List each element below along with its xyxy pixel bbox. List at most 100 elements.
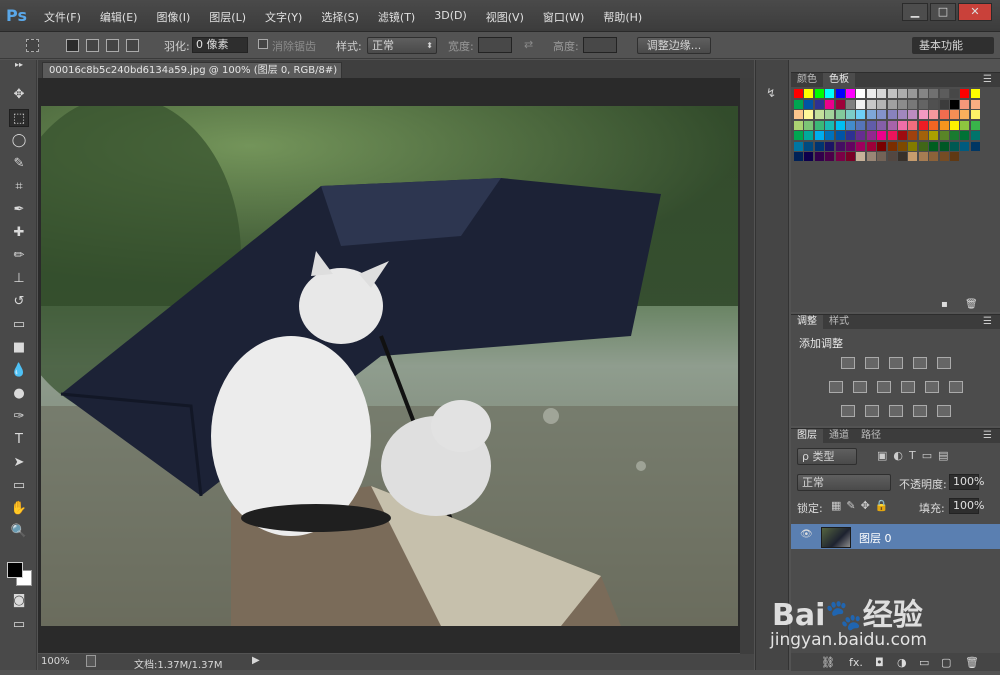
swatch-cell[interactable]	[825, 152, 835, 161]
photo-filter-icon[interactable]	[900, 381, 915, 393]
swatch-cell[interactable]	[908, 131, 918, 140]
add-selection-icon[interactable]	[86, 39, 99, 52]
gradient-tool[interactable]: ■	[9, 339, 29, 357]
color-balance-icon[interactable]	[852, 381, 867, 393]
zoom-level[interactable]: 100%	[41, 656, 70, 667]
swatch-cell[interactable]	[918, 120, 928, 130]
swatch-cell[interactable]	[866, 141, 876, 151]
tab-paths[interactable]: 路径	[855, 429, 887, 443]
swatch-cell[interactable]	[898, 120, 907, 130]
swatch-cell[interactable]	[846, 99, 855, 109]
swatch-cell[interactable]	[835, 99, 845, 109]
move-tool[interactable]: ✥	[9, 86, 29, 104]
curves-icon[interactable]	[888, 357, 903, 369]
menu-type[interactable]: 文字(Y)	[265, 9, 302, 25]
swatch-cell[interactable]	[960, 120, 970, 130]
type-tool[interactable]: T	[9, 431, 29, 449]
swatch-cell[interactable]	[846, 89, 855, 98]
blend-mode-select[interactable]: 正常	[797, 474, 891, 491]
selective-color-icon[interactable]	[912, 405, 927, 417]
channel-mixer-icon[interactable]	[924, 381, 939, 393]
swatch-cell[interactable]	[794, 131, 803, 140]
history-icon[interactable]: ↯	[766, 86, 776, 100]
swatch-cell[interactable]	[970, 110, 980, 119]
swatch-cell[interactable]	[918, 99, 928, 109]
swatch-cell[interactable]	[794, 152, 803, 161]
swatch-cell[interactable]	[794, 120, 803, 130]
swatch-cell[interactable]	[804, 152, 814, 161]
crop-tool[interactable]: ⌗	[9, 178, 29, 196]
swatch-cell[interactable]	[877, 120, 887, 130]
swatch-cell[interactable]	[950, 89, 959, 98]
swatch-cell[interactable]	[929, 152, 939, 161]
swatch-cell[interactable]	[960, 131, 970, 140]
swatch-cell[interactable]	[856, 120, 866, 130]
swatch-cell[interactable]	[918, 110, 928, 119]
swatch-cell[interactable]	[877, 141, 887, 151]
layer-kind-filter[interactable]: ρ 类型	[797, 448, 857, 465]
swatch-cell[interactable]	[825, 141, 835, 151]
swatch-cell[interactable]	[846, 152, 855, 161]
swatch-cell[interactable]	[960, 99, 970, 109]
panel-menu-icon[interactable]: ☰	[977, 315, 998, 329]
swatch-cell[interactable]	[970, 120, 980, 130]
levels-icon[interactable]	[864, 357, 879, 369]
swatch-cell[interactable]	[814, 141, 824, 151]
swatch-cell[interactable]	[825, 99, 835, 109]
swatch-cell[interactable]	[804, 141, 814, 151]
panel-menu-icon[interactable]: ☰	[977, 73, 998, 87]
swatch-cell[interactable]	[939, 89, 949, 98]
pen-tool[interactable]: ✑	[9, 408, 29, 426]
swatch-cell[interactable]	[929, 110, 939, 119]
marquee-tool[interactable]: ⬚	[9, 109, 29, 127]
swatch-cell[interactable]	[960, 110, 970, 119]
swatch-cell[interactable]	[918, 131, 928, 140]
swatch-cell[interactable]	[950, 99, 959, 109]
panel-menu-icon[interactable]: ☰	[977, 429, 998, 443]
layer-name[interactable]: 图层 0	[859, 530, 892, 546]
swatch-cell[interactable]	[794, 99, 803, 109]
swatch-cell[interactable]	[835, 120, 845, 130]
workspace-select[interactable]: 基本功能	[912, 37, 994, 54]
brightness-icon[interactable]	[840, 357, 855, 369]
tab-channels[interactable]: 通道	[823, 429, 855, 443]
eyedropper-tool[interactable]: ✒	[9, 201, 29, 219]
status-preview-icon[interactable]	[86, 655, 96, 667]
minimize-button[interactable]: ▁	[902, 3, 928, 21]
group-icon[interactable]: ▭	[919, 656, 929, 669]
lock-icons[interactable]: ▦✎✥🔒	[831, 499, 894, 512]
new-selection-icon[interactable]	[66, 39, 79, 52]
swatch-cell[interactable]	[835, 141, 845, 151]
swatch-cell[interactable]	[950, 131, 959, 140]
link-layers-icon[interactable]: ⛓	[821, 656, 835, 669]
close-button[interactable]: ✕	[958, 3, 992, 21]
swatch-cell[interactable]	[877, 110, 887, 119]
healing-tool[interactable]: ✚	[9, 224, 29, 242]
adjustment-layer-icon[interactable]: ◑	[897, 656, 907, 669]
swatch-cell[interactable]	[929, 89, 939, 98]
history-brush-tool[interactable]: ↺	[9, 293, 29, 311]
tab-styles[interactable]: 样式	[823, 315, 855, 329]
height-input[interactable]	[583, 37, 617, 53]
swatch-cell[interactable]	[950, 152, 959, 161]
swatch-cell[interactable]	[825, 89, 835, 98]
swatch-cell[interactable]	[939, 131, 949, 140]
dodge-tool[interactable]: ●	[9, 385, 29, 403]
swatch-cell[interactable]	[794, 110, 803, 119]
swatch-cell[interactable]	[835, 152, 845, 161]
swatch-cell[interactable]	[866, 110, 876, 119]
lasso-tool[interactable]: ◯	[9, 132, 29, 150]
subtract-selection-icon[interactable]	[106, 39, 119, 52]
swatch-cell[interactable]	[856, 141, 866, 151]
swatch-cell[interactable]	[846, 120, 855, 130]
eye-icon[interactable]: 👁	[800, 529, 813, 540]
swatch-cell[interactable]	[929, 131, 939, 140]
swatch-cell[interactable]	[898, 89, 907, 98]
swatch-cell[interactable]	[887, 152, 897, 161]
swatch-cell[interactable]	[939, 141, 949, 151]
tab-swatches[interactable]: 色板	[823, 73, 855, 87]
swatch-cell[interactable]	[908, 89, 918, 98]
screen-mode-icon[interactable]: ▭	[9, 616, 29, 634]
new-layer-icon[interactable]: ▢	[941, 656, 951, 669]
color-lookup-icon[interactable]	[948, 381, 963, 393]
